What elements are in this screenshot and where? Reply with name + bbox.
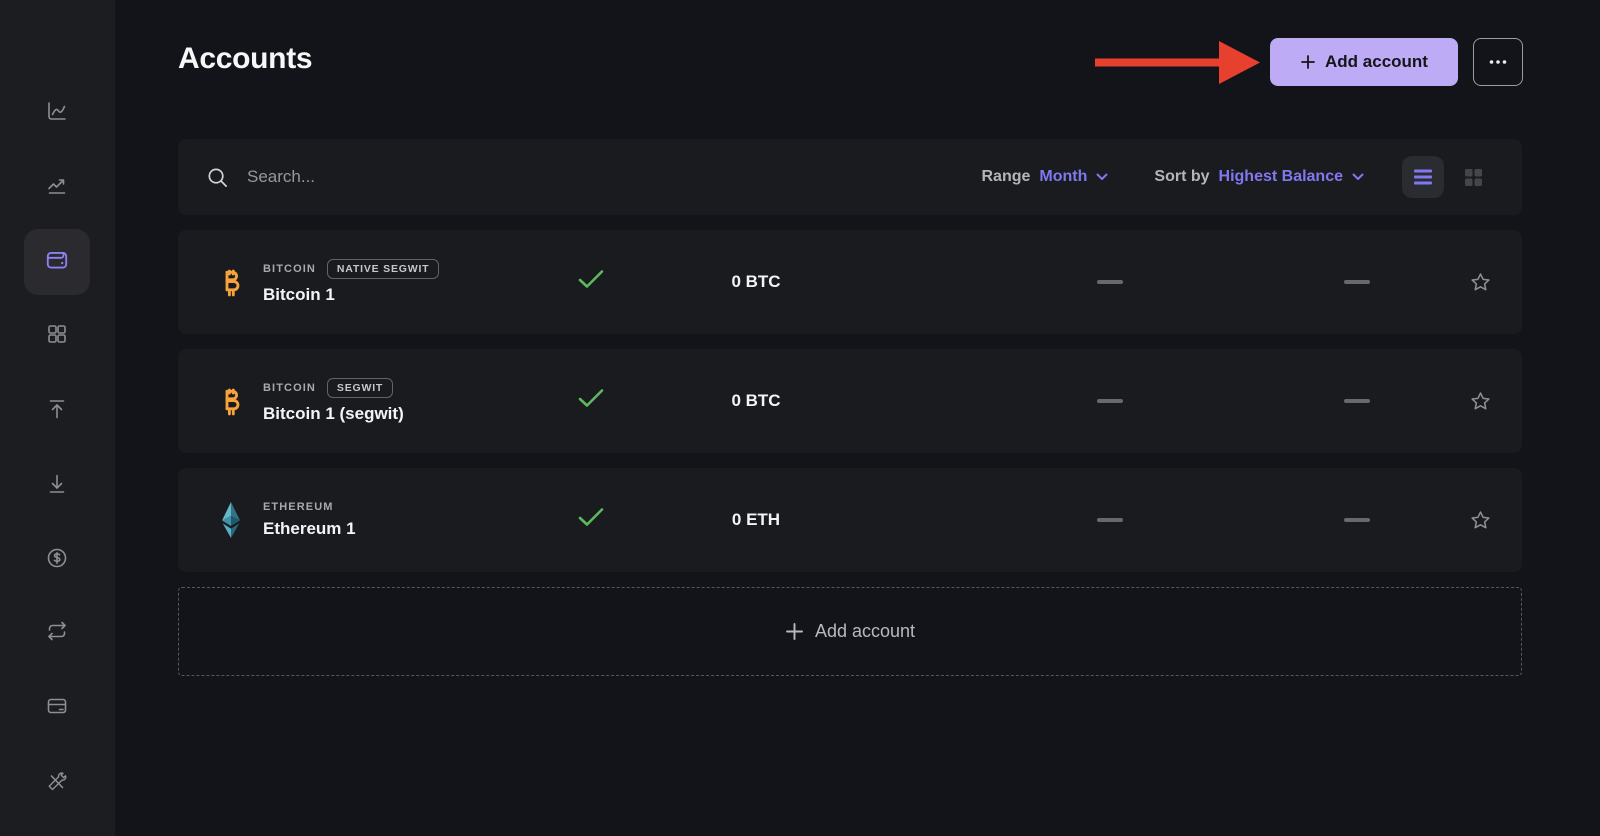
change-value-placeholder xyxy=(1344,399,1370,403)
bitcoin-icon xyxy=(214,266,248,298)
account-row-ethereum-1[interactable]: ETHEREUM Ethereum 1 0 ETH xyxy=(178,468,1522,572)
swap-icon xyxy=(45,619,69,648)
wallet-icon xyxy=(44,247,70,278)
green-check-icon xyxy=(578,389,604,414)
portfolio-chart-icon xyxy=(45,99,69,128)
sidebar xyxy=(0,0,115,836)
star-icon[interactable] xyxy=(1468,508,1492,532)
account-balance: 0 BTC xyxy=(658,272,854,292)
account-balance: 0 BTC xyxy=(658,391,854,411)
range-value: Month xyxy=(1039,168,1087,186)
sidebar-item-receive[interactable] xyxy=(33,462,81,510)
filter-toolbar: Range Month Sort by Highest Balance xyxy=(178,139,1522,215)
sidebar-item-portfolio[interactable] xyxy=(33,89,81,137)
fiat-value-placeholder xyxy=(1097,280,1123,284)
account-name: Bitcoin 1 xyxy=(263,285,439,305)
sidebar-item-send[interactable] xyxy=(33,387,81,435)
ethereum-icon xyxy=(214,500,248,540)
account-row-bitcoin-1-segwit[interactable]: BITCOIN SEGWIT Bitcoin 1 (segwit) 0 BTC xyxy=(178,349,1522,453)
grid-view-icon xyxy=(1464,168,1483,187)
sidebar-item-buy-sell[interactable] xyxy=(33,536,81,584)
card-icon xyxy=(45,694,69,723)
account-info: ETHEREUM Ethereum 1 xyxy=(263,501,356,539)
red-arrow-annotation xyxy=(1093,38,1263,86)
change-value-placeholder xyxy=(1344,518,1370,522)
tools-icon xyxy=(45,770,69,799)
fiat-value-placeholder xyxy=(1097,399,1123,403)
sort-label: Sort by xyxy=(1154,168,1209,186)
green-check-icon xyxy=(578,508,604,533)
search-icon xyxy=(206,166,229,189)
sort-filter[interactable]: Sort by Highest Balance xyxy=(1154,168,1364,186)
list-view-toggle[interactable] xyxy=(1402,156,1444,198)
account-name: Bitcoin 1 (segwit) xyxy=(263,404,404,424)
range-filter[interactable]: Range Month xyxy=(982,168,1109,186)
page-title: Accounts xyxy=(178,42,312,76)
account-balance: 0 ETH xyxy=(658,510,854,530)
add-account-row-label: Add account xyxy=(815,621,915,642)
discover-grid-icon xyxy=(45,322,69,351)
sidebar-item-accounts[interactable] xyxy=(33,238,81,286)
account-name: Ethereum 1 xyxy=(263,519,356,539)
currency-label: BITCOIN xyxy=(263,382,316,394)
plus-icon xyxy=(1300,54,1316,70)
buy-sell-dollar-icon xyxy=(45,546,69,575)
receive-icon xyxy=(45,472,69,501)
add-account-button[interactable]: Add account xyxy=(1270,38,1458,86)
more-options-button[interactable] xyxy=(1473,38,1523,86)
account-row-bitcoin-1[interactable]: BITCOIN NATIVE SEGWIT Bitcoin 1 0 BTC xyxy=(178,230,1522,334)
green-check-icon xyxy=(578,270,604,295)
chevron-down-icon xyxy=(1096,173,1108,181)
sidebar-item-card[interactable] xyxy=(33,684,81,732)
list-view-icon xyxy=(1413,168,1433,186)
range-label: Range xyxy=(982,168,1031,186)
app-window: Accounts Add account Range Month Sort by… xyxy=(0,0,1600,836)
add-account-dashed-button[interactable]: Add account xyxy=(178,587,1522,676)
derivation-badge: SEGWIT xyxy=(327,378,393,398)
plus-icon xyxy=(785,622,804,641)
currency-label: ETHEREUM xyxy=(263,501,334,513)
sidebar-item-market[interactable] xyxy=(33,163,81,211)
sidebar-item-swap[interactable] xyxy=(33,609,81,657)
change-value-placeholder xyxy=(1344,280,1370,284)
star-icon[interactable] xyxy=(1468,270,1492,294)
star-icon[interactable] xyxy=(1468,389,1492,413)
currency-label: BITCOIN xyxy=(263,263,316,275)
account-info: BITCOIN NATIVE SEGWIT Bitcoin 1 xyxy=(263,259,439,305)
sidebar-item-tools[interactable] xyxy=(33,760,81,808)
chevron-down-icon xyxy=(1352,173,1364,181)
ellipsis-icon xyxy=(1486,50,1510,74)
grid-view-toggle[interactable] xyxy=(1452,156,1494,198)
sidebar-item-discover[interactable] xyxy=(33,312,81,360)
market-trend-icon xyxy=(45,173,69,202)
fiat-value-placeholder xyxy=(1097,518,1123,522)
sort-value: Highest Balance xyxy=(1219,168,1343,186)
account-info: BITCOIN SEGWIT Bitcoin 1 (segwit) xyxy=(263,378,404,424)
search-input[interactable] xyxy=(247,167,982,187)
derivation-badge: NATIVE SEGWIT xyxy=(327,259,439,279)
send-icon xyxy=(45,397,69,426)
bitcoin-icon xyxy=(214,385,248,417)
add-account-button-label: Add account xyxy=(1325,52,1428,72)
